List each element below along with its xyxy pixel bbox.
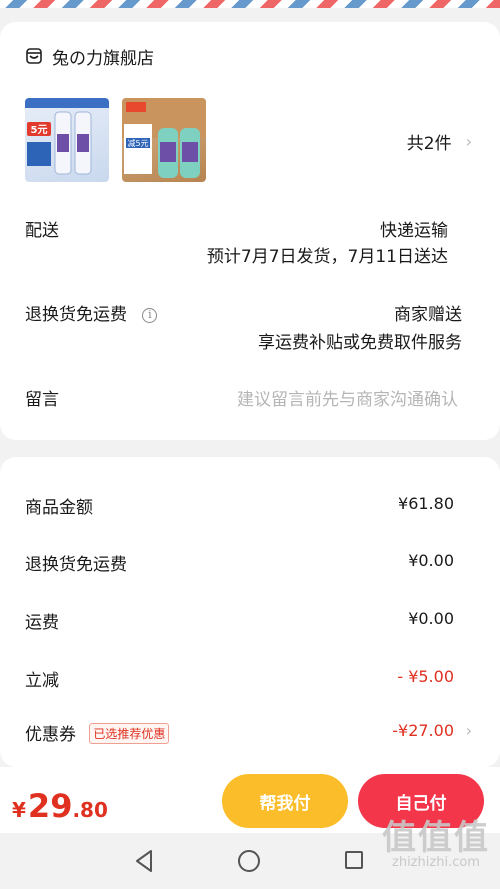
back-icon[interactable]: [133, 849, 155, 873]
product-image-1: 5元: [25, 98, 109, 175]
shop-name: 兔の力旗舰店: [52, 48, 154, 69]
chevron-right-icon[interactable]: ›: [466, 721, 472, 740]
message-input[interactable]: 建议留言前先与商家沟通确认: [237, 385, 458, 410]
return-fee-value: ¥0.00: [408, 551, 454, 570]
delivery-label: 配送: [25, 221, 59, 241]
return-shipping-label: 退换货免运费: [25, 305, 127, 325]
total-decimal: .80: [72, 798, 108, 822]
product-thumbnail-1[interactable]: 5元: [25, 98, 109, 182]
help-pay-button[interactable]: 帮我付: [222, 774, 348, 828]
chevron-right-icon: ›: [465, 132, 472, 151]
delivery-method: 快递运输: [380, 221, 448, 241]
coupon-row[interactable]: 优惠券 已选推荐优惠: [25, 720, 170, 745]
thumb1-badge: 5元: [31, 124, 48, 136]
discount-value: - ¥5.00: [397, 667, 454, 686]
delivery-estimate: 预计7月7日发货，7月11日送达: [206, 247, 448, 267]
airmail-border: [0, 0, 500, 8]
thumb2-badge: 减5元: [127, 138, 148, 148]
shop-icon: [26, 48, 42, 64]
info-icon[interactable]: i: [142, 308, 158, 323]
product-thumbnail-2[interactable]: 减5元: [122, 98, 206, 182]
item-count-label: 共2件: [406, 134, 452, 154]
watermark-text: 值值值: [382, 818, 490, 858]
price-card: 商品金额 ¥61.80 退换货免运费 ¥0.00 运费 ¥0.00 立减 - ¥…: [0, 457, 500, 767]
total-integer: 29: [27, 787, 73, 825]
coupon-label: 优惠券: [25, 725, 76, 745]
items-amount-label: 商品金额: [25, 498, 93, 518]
items-amount-value: ¥61.80: [398, 494, 454, 513]
shipping-label: 运费: [25, 613, 59, 633]
item-count[interactable]: 共2件 ›: [407, 129, 472, 154]
product-image-2: 减5元: [122, 98, 206, 178]
recent-apps-icon[interactable]: [345, 851, 363, 869]
return-shipping-sub: 享运费补贴或免费取件服务: [258, 333, 462, 353]
total-currency: ¥: [12, 798, 26, 822]
discount-label: 立减: [25, 671, 59, 691]
shipping-value: ¥0.00: [408, 609, 454, 628]
coupon-value: -¥27.00: [392, 721, 454, 740]
return-shipping-row: 退换货免运费 i: [25, 300, 158, 325]
shop-header[interactable]: 兔の力旗舰店: [25, 44, 154, 69]
total-price: ¥ 29 .80: [12, 787, 108, 825]
return-fee-label: 退换货免运费: [25, 555, 127, 575]
coupon-tag: 已选推荐优惠: [89, 723, 170, 744]
return-shipping-value: 商家赠送: [394, 305, 462, 325]
message-label: 留言: [25, 390, 59, 410]
watermark-logo: 值值值 zhizhizhi.com: [382, 810, 490, 870]
order-card: 兔の力旗舰店 5元 减5元 共2件 › 配送 快递运输 预计7月7日发货，7月1…: [0, 22, 500, 440]
home-icon[interactable]: [238, 850, 260, 872]
